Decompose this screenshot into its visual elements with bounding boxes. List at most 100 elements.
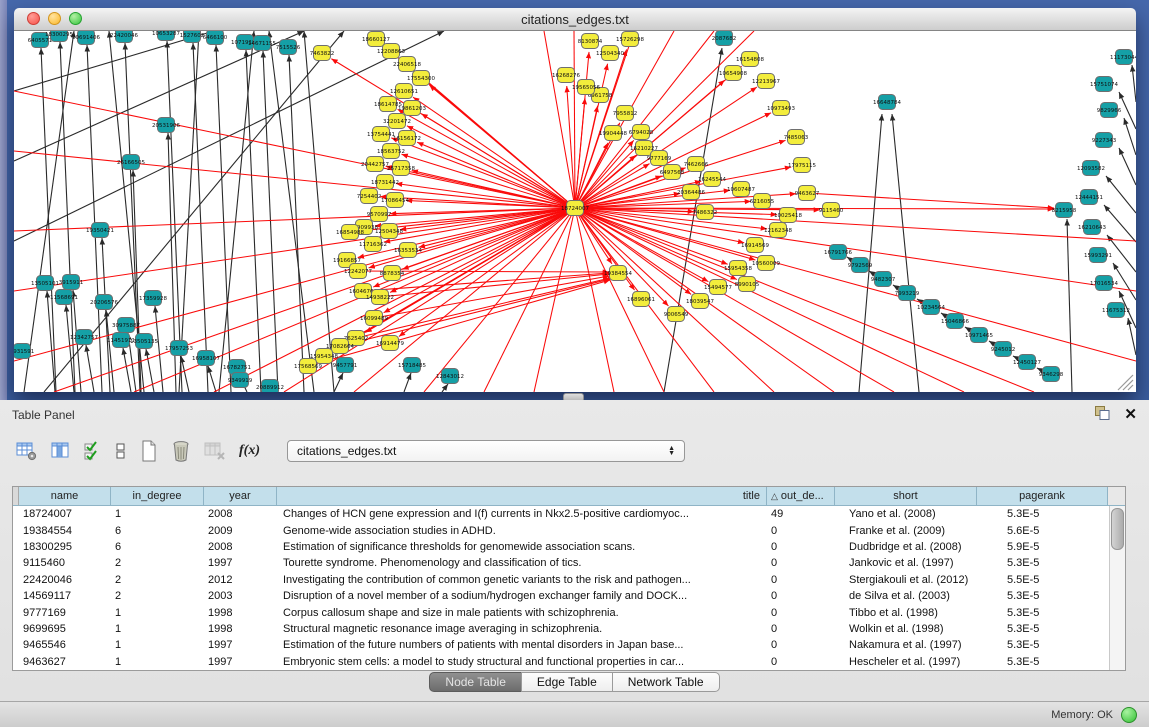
column-header-pagerank[interactable]: pagerank [977, 487, 1108, 506]
minimize-button[interactable] [48, 12, 61, 25]
graph-node-label: 18660127 [362, 37, 390, 43]
desktop-background: citations_edges.txt 18724007696175879558… [0, 0, 1149, 400]
select-columns-icon[interactable] [84, 437, 102, 465]
graph-node-label: 9006549 [664, 312, 689, 318]
cell-name: 18724007 [19, 508, 111, 520]
tab-edge-table[interactable]: Edge Table [521, 672, 613, 692]
table-select-dropdown[interactable]: citations_edges.txt ▲▼ [287, 440, 685, 462]
cell-out_de: 0 [767, 607, 835, 619]
graph-node-label: 12242077 [344, 269, 372, 275]
cell-short: Hescheler et al. (1997) [835, 656, 977, 668]
cell-short: de Silva et al. (2003) [835, 590, 977, 602]
graph-node-label: 15718485 [398, 363, 426, 369]
graph-node-label: 19904448 [599, 131, 627, 137]
table-row[interactable]: 969969511998Structural magnetic resonanc… [13, 621, 1125, 637]
table-row[interactable]: 946554611997Estimation of the future num… [13, 637, 1125, 653]
graph-node-label: 10234564 [917, 305, 945, 311]
graph-node-label: 20889912 [256, 385, 284, 391]
table-row[interactable]: 977716911998Corpus callosum shape and si… [13, 604, 1125, 620]
vertical-scrollbar[interactable] [1109, 506, 1125, 670]
cell-title: Investigating the contribution of common… [277, 574, 767, 586]
cell-name: 19384554 [19, 525, 111, 537]
column-header-name[interactable]: name [19, 487, 111, 506]
column-header-short[interactable]: short [835, 487, 977, 506]
table-row[interactable]: 1938455462009Genome-wide association stu… [13, 522, 1125, 538]
graph-node-label: 17016534 [1090, 281, 1118, 287]
table-row[interactable]: 1872400712008Changes of HCN gene express… [13, 506, 1125, 522]
graph-node-label: 6497568 [660, 170, 685, 176]
graph-node-label: 22406518 [393, 62, 421, 68]
graph-node-label: 17554300 [407, 76, 435, 82]
delete-table-icon [204, 437, 226, 465]
rows-icon[interactable] [115, 437, 127, 465]
zoom-button[interactable] [69, 12, 82, 25]
graph-node-label: 17975115 [788, 163, 816, 169]
graph-node-label: 14938222 [366, 295, 394, 301]
network-canvas[interactable]: 1872400769617587955812199044486794028162… [14, 31, 1136, 392]
graph-node-label: 12093582 [1077, 166, 1105, 172]
header-filler [1108, 487, 1125, 506]
cell-short: Dudbridge et al. (2008) [835, 541, 977, 553]
column-header-title[interactable]: title [277, 487, 767, 506]
graph-node-label: 16154808 [736, 57, 764, 63]
table-row[interactable]: 2242004622012Investigating the contribut… [13, 572, 1125, 588]
trash-icon[interactable] [171, 437, 191, 465]
graph-node-label: 14671155 [248, 41, 276, 47]
graph-node-label: 2087682 [712, 36, 737, 42]
cell-pagerank: 5.3E-5 [977, 656, 1108, 668]
scrollbar-thumb[interactable] [1111, 508, 1124, 550]
table-row[interactable]: 911546021997Tourette syndrome. Phenomeno… [13, 555, 1125, 571]
cell-out_de: 0 [767, 623, 835, 635]
graph-node-label: 18300295 [45, 32, 73, 38]
graph-node-label: 13754441 [367, 132, 395, 138]
graph-node-label: 12450127 [1013, 360, 1041, 366]
graph-node-label: 1931591 [14, 349, 34, 355]
fx-icon[interactable]: f(x) [239, 437, 260, 465]
column-header-year[interactable]: year [204, 487, 277, 506]
cell-year: 2012 [204, 574, 277, 586]
graph-node-label: 8130874 [578, 39, 603, 45]
cell-name: 9465546 [19, 639, 111, 651]
graph-node-label: 30975887 [112, 323, 140, 329]
memory-status-label: Memory: OK [1051, 709, 1113, 721]
graph-node-label: 7463822 [310, 51, 335, 57]
graph-node-label: 20442757 [361, 162, 389, 168]
cell-name: 14569117 [19, 590, 111, 602]
graph-node-label: 11173044 [1110, 55, 1136, 61]
close-panel-icon[interactable]: ✕ [1124, 408, 1137, 422]
graph-node-label: 12843012 [436, 374, 464, 380]
memory-status-icon[interactable] [1121, 707, 1137, 723]
cell-pagerank: 5.3E-5 [977, 623, 1108, 635]
cell-out_de: 0 [767, 574, 835, 586]
cell-name: 9115460 [19, 557, 111, 569]
column-header-in_degree[interactable]: in_degree [111, 487, 204, 506]
column-header-out_de[interactable]: △out_de... [767, 487, 835, 506]
cell-out_de: 0 [767, 557, 835, 569]
graph-node-label: 10560009 [752, 261, 780, 267]
close-button[interactable] [27, 12, 40, 25]
window-titlebar[interactable]: citations_edges.txt [14, 8, 1136, 31]
tab-network-table[interactable]: Network Table [612, 672, 720, 692]
cell-pagerank: 5.3E-5 [977, 590, 1108, 602]
cell-name: 22420046 [19, 574, 111, 586]
cell-out_de: 0 [767, 525, 835, 537]
graph-node-label: 16854988 [336, 230, 364, 236]
tab-node-table[interactable]: Node Table [429, 672, 522, 692]
table-row[interactable]: 1456911722003Disruption of a novel membe… [13, 588, 1125, 604]
graph-node-label: 15993291 [1084, 253, 1112, 259]
cell-short: Tibbo et al. (1998) [835, 607, 977, 619]
graph-node-label: 7955812 [613, 111, 638, 117]
table-settings-icon[interactable] [16, 437, 38, 465]
graph-node-label: 10607487 [727, 187, 755, 193]
graph-node-label: 20206576 [90, 300, 118, 306]
graph-node-label: 16099489 [360, 316, 388, 322]
new-file-icon[interactable] [140, 437, 158, 465]
graph-node-label: 10973493 [767, 106, 795, 112]
cell-out_de: 0 [767, 656, 835, 668]
table-body: 1872400712008Changes of HCN gene express… [13, 506, 1125, 670]
table-row[interactable]: 1830029562008Estimation of significance … [13, 539, 1125, 555]
graph-node-label: 19565056 [572, 85, 600, 91]
float-panel-icon[interactable] [1095, 406, 1110, 425]
table-row[interactable]: 946362711997Embryonic stem cells: a mode… [13, 654, 1125, 670]
table-columns-icon[interactable] [51, 437, 71, 465]
